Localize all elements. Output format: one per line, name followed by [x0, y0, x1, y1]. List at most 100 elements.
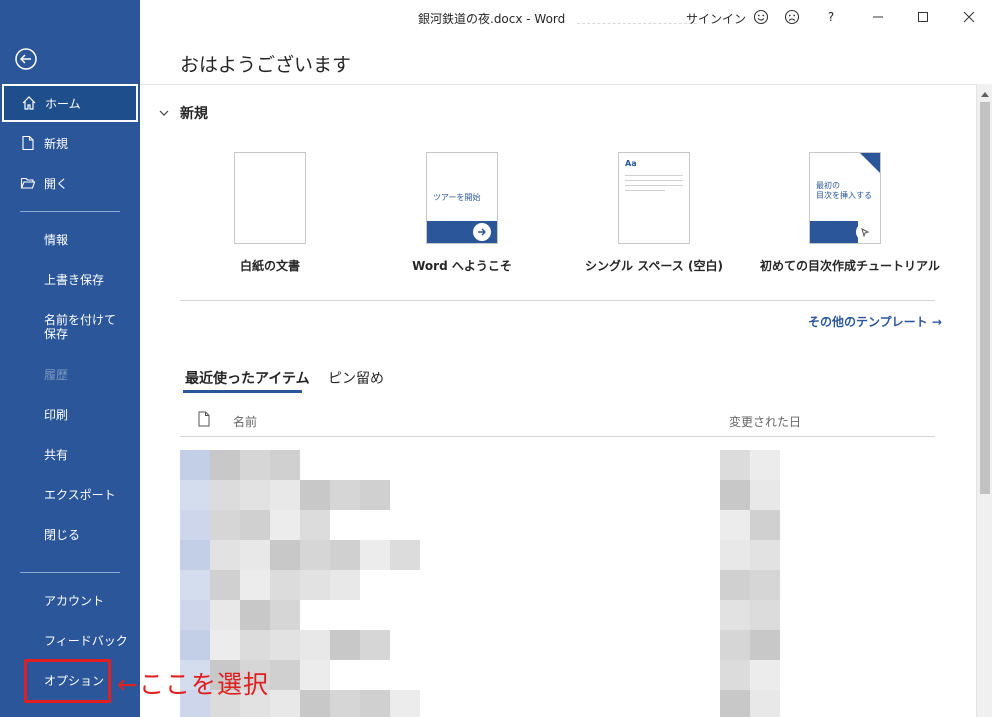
- active-tab-indicator: [183, 390, 302, 393]
- template-label[interactable]: シングル スペース (空白): [559, 257, 749, 274]
- obscured-cell: [210, 600, 240, 630]
- more-templates-link[interactable]: その他のテンプレート →: [808, 313, 942, 330]
- sidebar-item-open[interactable]: 開く: [0, 164, 140, 202]
- obscured-cell: [180, 510, 210, 540]
- list-item[interactable]: [180, 660, 935, 690]
- help-button[interactable]: ?: [820, 6, 842, 28]
- sidebar-item-label: アカウント: [44, 593, 105, 608]
- sidebar-item-label: 開く: [44, 176, 69, 191]
- word-backstage-window: ホーム 新規 開く 情報 上書き保存 名前を付けて保存 履歴 印刷 共有 エクス…: [0, 0, 992, 717]
- obscured-cell: [270, 570, 300, 600]
- sidebar-item-feedback[interactable]: フィードバック: [0, 621, 140, 659]
- list-item[interactable]: [180, 570, 935, 600]
- obscured-cell: [180, 450, 210, 480]
- obscured-cell: [300, 630, 330, 660]
- title-underline: [577, 4, 697, 24]
- obscured-cell: [720, 510, 750, 540]
- obscured-cell: [300, 570, 330, 600]
- maximize-icon[interactable]: [912, 6, 934, 28]
- obscured-cell: [210, 540, 240, 570]
- annotation-text: ←ここを選択: [117, 670, 269, 699]
- sidebar-item-info[interactable]: 情報: [0, 220, 140, 258]
- obscured-cell: [240, 510, 270, 540]
- obscured-cell: [720, 630, 750, 660]
- obscured-cell: [240, 630, 270, 660]
- new-ribbon-icon: [860, 153, 880, 173]
- sidebar-item-label: エクスポート: [44, 487, 116, 502]
- placeholder-line: [625, 185, 683, 186]
- signin-button[interactable]: サインイン: [686, 10, 746, 27]
- sidebar-item-label: 新規: [44, 136, 69, 151]
- sidebar-item-account[interactable]: アカウント: [0, 581, 140, 619]
- smile-icon[interactable]: [750, 6, 772, 28]
- section-divider: [180, 300, 935, 301]
- sidebar-divider: [20, 572, 120, 573]
- vertical-scrollbar[interactable]: [976, 84, 992, 717]
- obscured-cell: [720, 660, 750, 690]
- greeting-heading: おはようございます: [180, 54, 352, 76]
- list-item[interactable]: [180, 540, 935, 570]
- sidebar-item-new[interactable]: 新規: [0, 124, 140, 162]
- obscured-cell: [300, 480, 330, 510]
- obscured-cell: [180, 630, 210, 660]
- sidebar-item-export[interactable]: エクスポート: [0, 475, 140, 513]
- sidebar-item-print[interactable]: 印刷: [0, 395, 140, 433]
- obscured-cell: [240, 480, 270, 510]
- template-thumb-text: Aa: [625, 159, 637, 168]
- sidebar-item-close[interactable]: 閉じる: [0, 515, 140, 553]
- obscured-cell: [210, 450, 240, 480]
- back-button[interactable]: [12, 45, 40, 73]
- obscured-cell: [300, 690, 330, 717]
- obscured-cell: [360, 480, 390, 510]
- obscured-cell: [300, 540, 330, 570]
- scrollbar-thumb[interactable]: [980, 102, 990, 494]
- sidebar-item-label: 共有: [44, 447, 69, 462]
- template-single-space-thumbnail[interactable]: Aa: [618, 152, 690, 244]
- column-header-modified[interactable]: 変更された日: [729, 413, 801, 430]
- template-label[interactable]: Word へようこそ: [367, 257, 557, 274]
- obscured-cell: [750, 660, 780, 690]
- list-item[interactable]: [180, 510, 935, 540]
- obscured-cell: [270, 480, 300, 510]
- column-header-name[interactable]: 名前: [233, 413, 257, 430]
- obscured-cell: [300, 660, 330, 690]
- template-toc-tutorial-thumbnail[interactable]: 最初の 目次を挿入する: [809, 152, 881, 244]
- sidebar-item-share[interactable]: 共有: [0, 435, 140, 473]
- obscured-cell: [210, 570, 240, 600]
- obscured-cell: [750, 510, 780, 540]
- sidebar-item-save[interactable]: 上書き保存: [0, 260, 140, 298]
- template-blank-thumbnail[interactable]: [234, 152, 306, 244]
- file-type-icon: [197, 411, 211, 430]
- scroll-up-icon[interactable]: [977, 86, 992, 102]
- template-label[interactable]: 初めての目次作成チュートリアル: [750, 257, 950, 274]
- obscured-cell: [720, 600, 750, 630]
- template-label[interactable]: 白紙の文書: [175, 257, 365, 274]
- sidebar-item-label: 閉じる: [44, 527, 81, 542]
- obscured-cell: [330, 630, 360, 660]
- obscured-cell: [390, 540, 420, 570]
- tab-recent[interactable]: 最近使ったアイテム: [185, 368, 310, 388]
- obscured-cell: [750, 630, 780, 660]
- list-item[interactable]: [180, 450, 935, 480]
- obscured-cell: [360, 690, 390, 717]
- chevron-down-icon[interactable]: [158, 104, 170, 123]
- obscured-cell: [750, 450, 780, 480]
- obscured-cell: [210, 480, 240, 510]
- minimize-icon[interactable]: [867, 6, 889, 28]
- list-item[interactable]: [180, 480, 935, 510]
- list-item[interactable]: [180, 600, 935, 630]
- tab-pinned[interactable]: ピン留め: [328, 368, 384, 388]
- list-item[interactable]: [180, 630, 935, 660]
- template-welcome-thumbnail[interactable]: ツアーを開始: [426, 152, 498, 244]
- annotation-highlight-box: [24, 659, 111, 703]
- frown-icon[interactable]: [781, 6, 803, 28]
- sidebar-item-save-as[interactable]: 名前を付けて保存: [0, 305, 140, 349]
- obscured-cell: [180, 600, 210, 630]
- sidebar-item-home[interactable]: ホーム: [2, 84, 138, 122]
- obscured-cell: [270, 630, 300, 660]
- obscured-cell: [750, 600, 780, 630]
- obscured-cell: [240, 600, 270, 630]
- placeholder-line: [625, 180, 683, 181]
- close-icon[interactable]: [958, 6, 980, 28]
- list-item[interactable]: [180, 690, 935, 717]
